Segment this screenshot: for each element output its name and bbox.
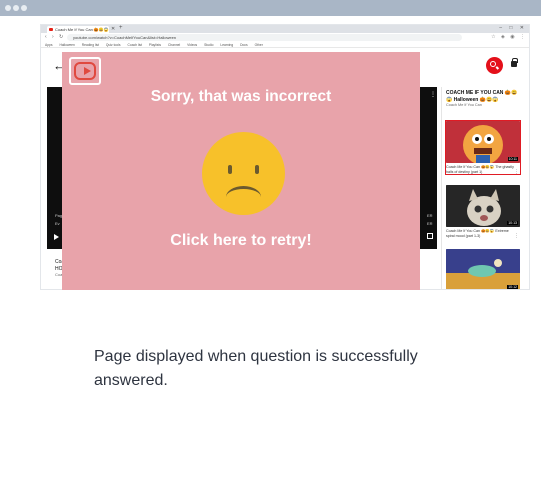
window-controls[interactable]: – □ ✕ — [499, 25, 527, 31]
fullscreen-icon[interactable] — [427, 233, 433, 239]
tab-close-icon[interactable]: ✕ — [111, 26, 115, 32]
bookmark[interactable]: Coach list — [128, 43, 142, 47]
tab-title: Coach Me If You Can 🎃😀😱 — [55, 27, 109, 32]
duration-badge: 10:12 — [507, 285, 518, 289]
playlist-card[interactable]: 10:11 Coach Me If You Can 🎃😀😱 The ghastl… — [445, 119, 521, 176]
duration-badge: 10:11 — [507, 157, 518, 161]
cartoon-thumbnail-icon — [446, 249, 520, 289]
window-maximize-dot[interactable] — [21, 5, 27, 11]
player-overlay-text: ER — [427, 221, 433, 226]
thumbnail: 10:12 — [446, 249, 520, 289]
new-tab-icon[interactable]: + — [119, 25, 123, 31]
play-icon[interactable] — [54, 234, 59, 240]
search-icon[interactable] — [486, 57, 503, 74]
bookmarks-bar: Apps Halloween Reading list Quiz tools C… — [41, 42, 529, 48]
address-url: youtube.com/watch?v=CoachMeIfYouCan&list… — [73, 35, 177, 40]
browser-tab[interactable]: Coach Me If You Can 🎃😀😱 — [47, 26, 109, 33]
bookmark[interactable]: Reading list — [82, 43, 99, 47]
bookmark[interactable]: Channel — [168, 43, 180, 47]
bookmark[interactable]: Studio — [204, 43, 213, 47]
extension-icons[interactable]: ☆ ◈ ◉ ⋮ — [491, 34, 527, 40]
lock-icon[interactable] — [511, 58, 518, 67]
card-more-icon[interactable]: ⋮ — [514, 233, 519, 239]
playlist-sidebar: COACH ME IF YOU CAN 🎃😀😱 Halloween 🎃😀😱 Co… — [441, 87, 525, 289]
play-logo-icon — [69, 57, 101, 85]
playlist-channel[interactable]: Coach Me If You Can — [446, 103, 482, 107]
player-overlay-text: Ev — [55, 221, 60, 226]
youtube-favicon-icon — [49, 28, 53, 31]
window-close-dot[interactable] — [5, 5, 11, 11]
window-minimize-dot[interactable] — [13, 5, 19, 11]
bookmark[interactable]: Playlists — [149, 43, 161, 47]
playlist-card[interactable]: 10:12 — [446, 249, 520, 289]
bookmark[interactable]: Docs — [240, 43, 248, 47]
retry-button[interactable]: Click here to retry! — [62, 232, 420, 250]
back-nav-icon[interactable]: ‹ — [45, 34, 47, 40]
outer-window-titlebar — [0, 0, 541, 16]
browser-tab-bar: Coach Me If You Can 🎃😀😱 ✕ + – □ ✕ — [41, 25, 529, 33]
duration-badge: 10:13 — [507, 221, 518, 225]
bookmark[interactable]: Halloween — [59, 43, 74, 47]
card-title: Coach Me If You Can 🎃😀😱 Extreme spiral m… — [446, 229, 509, 238]
bookmark[interactable]: Learning — [220, 43, 233, 47]
sad-face-icon — [202, 132, 285, 215]
reload-icon[interactable]: ↻ — [59, 34, 63, 40]
bookmark[interactable]: Other — [255, 43, 263, 47]
overlay-title: Sorry, that was incorrect — [150, 88, 332, 105]
card-more-icon[interactable]: ⋮ — [514, 169, 519, 175]
bookmark[interactable]: Apps — [45, 43, 53, 47]
caption-text: Page displayed when question is successf… — [94, 348, 418, 389]
incorrect-answer-overlay: Sorry, that was incorrect Click here to … — [62, 52, 420, 290]
bookmark[interactable]: Quiz tools — [106, 43, 121, 47]
bookmark[interactable]: Videos — [187, 43, 197, 47]
player-more-icon[interactable]: ⋮ — [430, 91, 436, 98]
playlist-title[interactable]: COACH ME IF YOU CAN 🎃😀😱 Halloween 🎃😀😱 — [446, 90, 522, 103]
player-overlay-text: ER — [427, 213, 433, 218]
thumbnail: 10:11 — [446, 121, 520, 163]
address-row: ‹ › ↻ youtube.com/watch?v=CoachMeIfYouCa… — [41, 33, 529, 42]
card-title: Coach Me If You Can 🎃😀😱 The ghastly hall… — [446, 165, 514, 174]
forward-nav-icon[interactable]: › — [52, 34, 54, 40]
address-bar[interactable]: youtube.com/watch?v=CoachMeIfYouCan&list… — [67, 34, 462, 41]
thumbnail: 10:13 — [446, 185, 520, 227]
playlist-card[interactable]: 10:13 Coach Me If You Can 🎃😀😱 Extreme sp… — [446, 185, 520, 239]
